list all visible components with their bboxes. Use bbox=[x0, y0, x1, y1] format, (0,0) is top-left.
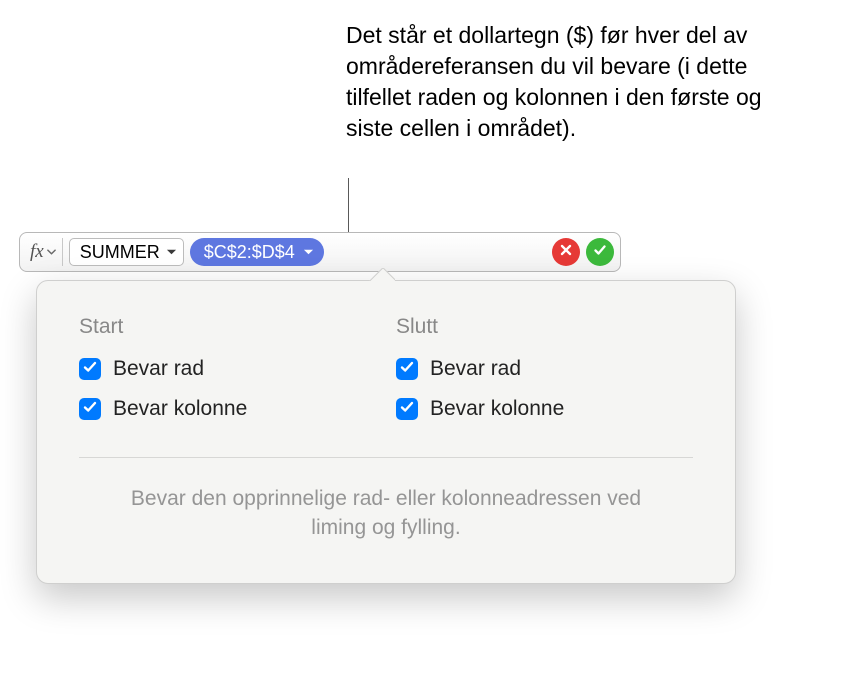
popover-arrow bbox=[369, 268, 395, 281]
annotation-callout: Det står et dollartegn ($) før hver del … bbox=[346, 20, 796, 144]
function-token[interactable]: SUMMER bbox=[69, 238, 184, 266]
start-preserve-row-label: Bevar rad bbox=[113, 357, 204, 381]
start-preserve-column-option[interactable]: Bevar kolonne bbox=[79, 397, 376, 421]
formula-action-buttons bbox=[552, 238, 614, 266]
fx-icon: fx bbox=[30, 241, 44, 263]
function-dropdown-icon bbox=[166, 243, 177, 261]
start-preserve-column-label: Bevar kolonne bbox=[113, 397, 247, 421]
checkmark-icon bbox=[593, 243, 607, 262]
end-preserve-row-label: Bevar rad bbox=[430, 357, 521, 381]
fx-dropdown-icon bbox=[47, 249, 56, 255]
annotation-leader-line bbox=[348, 178, 349, 232]
start-preserve-row-option[interactable]: Bevar rad bbox=[79, 357, 376, 381]
range-reference-label: $C$2:$D$4 bbox=[204, 242, 295, 263]
popover-divider bbox=[79, 457, 693, 458]
range-dropdown-icon bbox=[303, 243, 314, 261]
end-preserve-column-label: Bevar kolonne bbox=[430, 397, 564, 421]
formula-bar: fx SUMMER $C$2:$D$4 bbox=[19, 232, 621, 272]
checkbox-end-column[interactable] bbox=[396, 398, 418, 420]
checkmark-icon bbox=[83, 400, 97, 418]
start-column: Start Bevar rad Bevar kolonne bbox=[79, 315, 376, 437]
checkmark-icon bbox=[400, 360, 414, 378]
end-preserve-column-option[interactable]: Bevar kolonne bbox=[396, 397, 693, 421]
end-column: Slutt Bevar rad Bevar kolonne bbox=[396, 315, 693, 437]
formula-bar-divider bbox=[62, 238, 63, 266]
fx-section[interactable]: fx bbox=[26, 241, 56, 263]
formula-bar-container: fx SUMMER $C$2:$D$4 bbox=[19, 232, 621, 272]
end-heading: Slutt bbox=[396, 315, 693, 339]
checkbox-start-column[interactable] bbox=[79, 398, 101, 420]
checkbox-start-row[interactable] bbox=[79, 358, 101, 380]
popover-footer-text: Bevar den opprinnelige rad- eller kolonn… bbox=[79, 484, 693, 543]
checkmark-icon bbox=[400, 400, 414, 418]
start-heading: Start bbox=[79, 315, 376, 339]
popover-columns: Start Bevar rad Bevar kolonne Slut bbox=[79, 315, 693, 437]
end-preserve-row-option[interactable]: Bevar rad bbox=[396, 357, 693, 381]
close-icon bbox=[559, 243, 573, 262]
checkmark-icon bbox=[83, 360, 97, 378]
reference-options-popover: Start Bevar rad Bevar kolonne Slut bbox=[36, 280, 736, 584]
cancel-button[interactable] bbox=[552, 238, 580, 266]
range-reference-token[interactable]: $C$2:$D$4 bbox=[190, 238, 324, 266]
accept-button[interactable] bbox=[586, 238, 614, 266]
checkbox-end-row[interactable] bbox=[396, 358, 418, 380]
function-token-label: SUMMER bbox=[80, 242, 160, 263]
